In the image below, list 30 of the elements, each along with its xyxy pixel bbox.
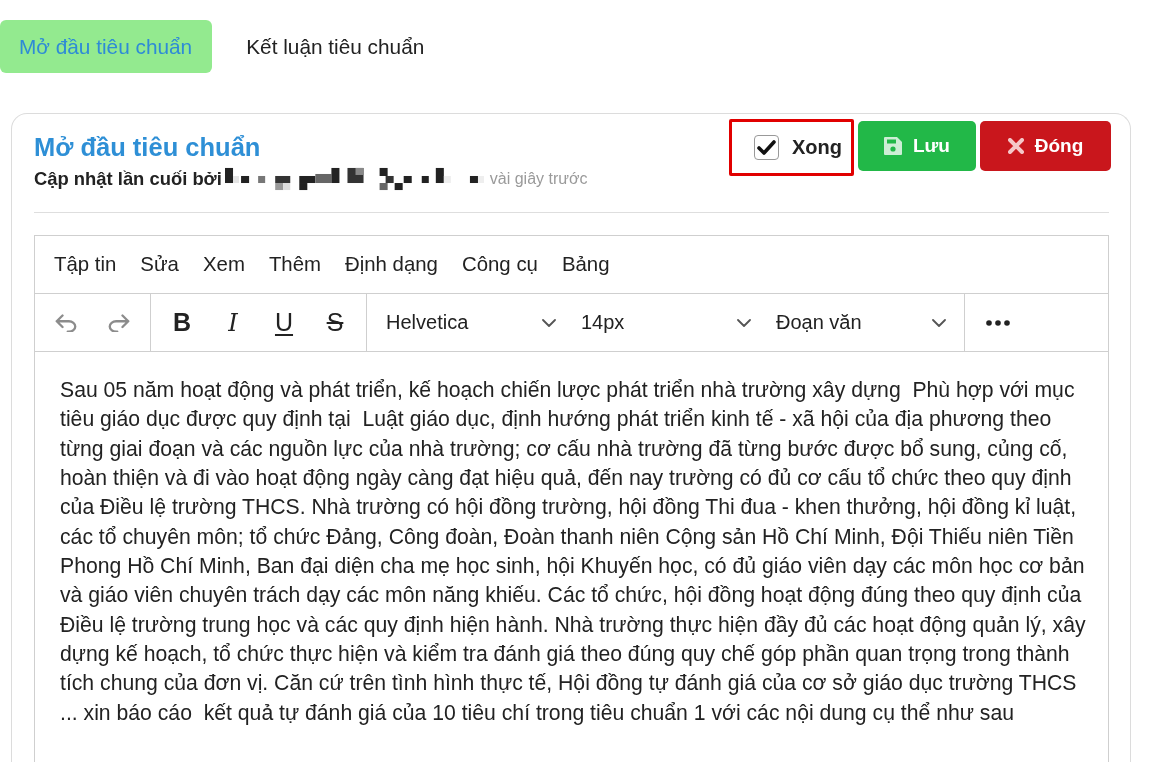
- undo-icon: [55, 313, 77, 332]
- redo-icon: [108, 313, 130, 332]
- bold-button[interactable]: B: [162, 302, 202, 343]
- block-format-select[interactable]: Đoạn văn: [763, 302, 958, 343]
- font-family-select[interactable]: Helvetica: [373, 302, 568, 343]
- chevron-down-icon: [737, 318, 751, 327]
- tab[interactable]: Kết luận tiêu chuẩn: [227, 20, 445, 73]
- checkbox[interactable]: [754, 135, 779, 160]
- updated-by-label: Cập nhật lần cuối bởi: [34, 168, 222, 190]
- menu-item[interactable]: Công cụ: [453, 253, 546, 276]
- font-size-select[interactable]: 14px: [568, 302, 763, 343]
- strike-button[interactable]: S: [315, 302, 355, 343]
- chevron-down-icon: [542, 318, 556, 327]
- panel-title: Mở đầu tiêu chuẩn: [34, 132, 262, 163]
- checkbox-label: Xong: [792, 136, 842, 159]
- menu-item[interactable]: Định dạng: [337, 253, 446, 276]
- checkmark-icon: [757, 140, 776, 155]
- paragraph: Sau 05 năm hoạt động và phát triển, kế hoạch chiến lược phát triển nhà trường xây dựng Phù hợp với mục tiêu giáo dục được quy định tại Luật giáo dục, định hướng phát triển kinh tế - xã hội của địa phương theo từng giai đoạn và các nguồn lực của nhà trường; cơ cấu nhà trường đã từng bước được bổ sung, củng cố, hoàn thiện và đi vào hoạt động ngày càng đạt hiệu quả, đến nay trường có đủ cơ cấu tổ chức theo quy định của Điều lệ trường THCS. Nhà trường có hội đồng trường, hội đồng Thi đua - khen thưởng, hội đồng kỉ luật, các tổ chuyên môn; tổ chức Đảng, Công đoàn, Đoàn thanh niên Cộng sản Hồ Chí Minh, Đội Thiếu niên Tiền Phong Hồ Chí Minh, Ban đại diện cha mẹ học sinh, hội Khuyến học, có đủ giáo viên dạy các môn học cơ bản và giáo viên chuyên trách dạy các môn năng khiếu. Các tổ chức, hội đồng hoạt động đúng theo quy định của Điều lệ trường trung học và các quy định hiện hành. Nhà trường thực hiện đầy đủ các hoạt động quản lý, xây dựng kế hoạch, tổ chức thực hiện và kiểm tra đánh giá theo đúng quy chế góp phần quan trọng trong thành tích chung của đơn vị. Căn cứ trên tình hình thực tế, Hội đồng tự đánh giá của cơ sở giáo dục trường THCS ... xin báo cáo kết quả tự đánh giá của 10 tiêu chí trong tiêu chuẩn 1 với các nội dung cụ thể như sau: [60, 377, 1087, 727]
- underline-button[interactable]: U: [264, 302, 304, 343]
- menu-item[interactable]: Bảng: [553, 253, 618, 276]
- menu-item[interactable]: Thêm: [260, 253, 329, 276]
- close-icon: [1007, 138, 1024, 154]
- menu-item[interactable]: Sửa: [132, 253, 187, 276]
- chevron-down-icon: [932, 318, 946, 327]
- italic-button[interactable]: I: [213, 302, 253, 343]
- menu-item[interactable]: Xem: [194, 253, 253, 276]
- ellipsis-icon: [986, 319, 1010, 326]
- menu-item[interactable]: Tập tin: [46, 253, 125, 276]
- updated-time: vài giây trước: [489, 170, 588, 188]
- close-button[interactable]: Đóng: [980, 121, 1111, 171]
